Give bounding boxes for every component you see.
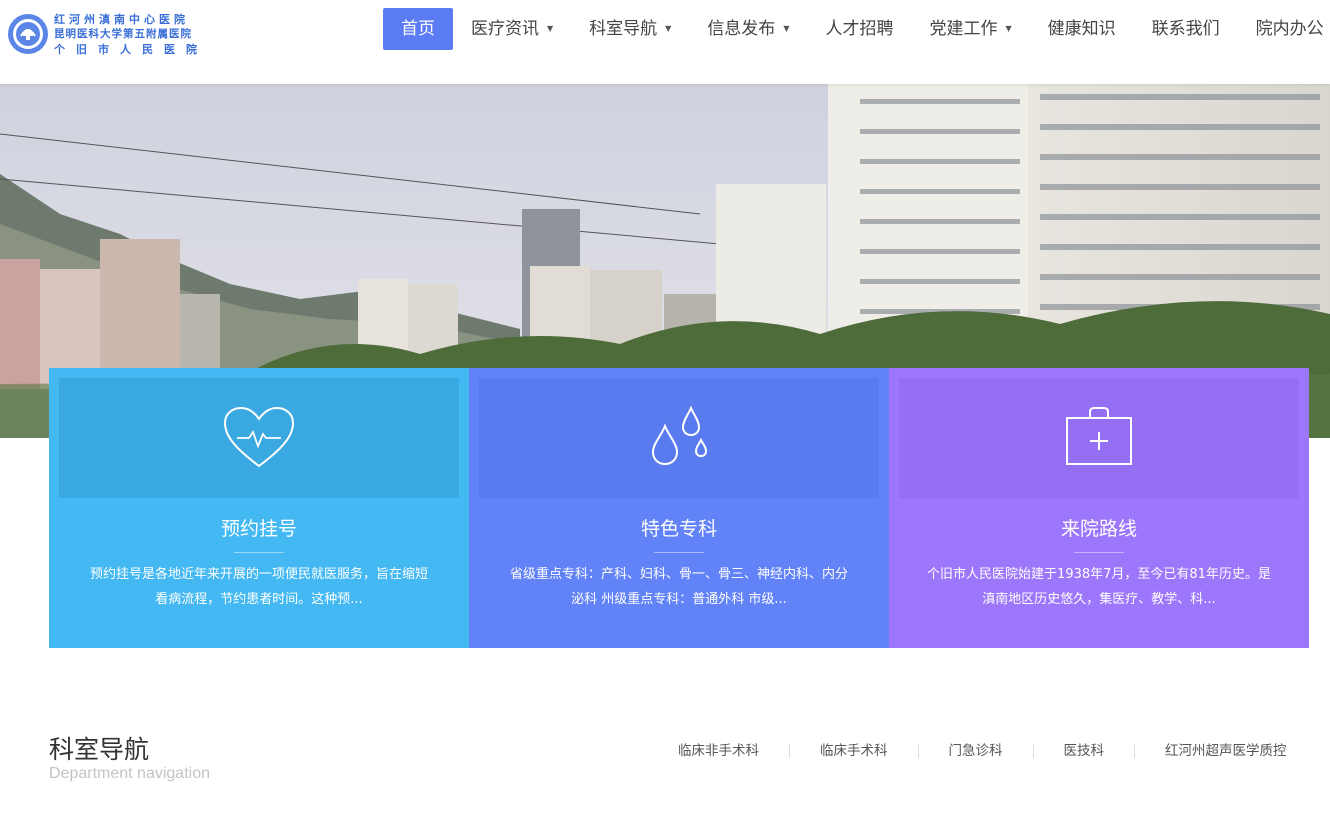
tab-surgical[interactable]: 临床手术科 <box>790 740 918 762</box>
dropdown-caret-icon: ▼ <box>547 24 554 33</box>
heartbeat-icon <box>223 406 295 468</box>
card-title: 预约挂号 <box>220 518 297 540</box>
nav-party-work[interactable]: 党建工作 ▼ <box>911 8 1029 50</box>
nav-recruitment[interactable]: 人才招聘 <box>807 8 911 50</box>
tab-non-surgical[interactable]: 临床非手术科 <box>648 740 789 762</box>
hospital-emblem-icon <box>8 14 48 54</box>
card-icon-panel <box>899 378 1299 498</box>
card-specialties[interactable]: 特色专科 省级重点专科：产科、妇科、骨一、骨三、神经内科、内分泌科 州级重点专科… <box>469 368 889 648</box>
water-drops-icon <box>651 406 708 466</box>
divider <box>654 552 704 553</box>
card-icon-panel <box>59 378 459 498</box>
card-description: 个旧市人民医院始建于1938年7月，至今已有81年历史。是滇南地区历史悠久，集医… <box>927 567 1271 607</box>
nav-announcements[interactable]: 信息发布 ▼ <box>689 8 807 50</box>
divider <box>234 552 284 553</box>
dropdown-caret-icon: ▼ <box>783 24 790 33</box>
dropdown-caret-icon: ▼ <box>665 24 672 33</box>
card-description: 预约挂号是各地近年来开展的一项便民就医服务，旨在缩短看病流程，节约患者时间。这种… <box>89 567 428 607</box>
dropdown-caret-icon: ▼ <box>1005 24 1012 33</box>
nav-medical-info[interactable]: 医疗资讯 ▼ <box>453 8 571 50</box>
nav-contact[interactable]: 联系我们 <box>1134 8 1238 50</box>
feature-cards: 预约挂号 预约挂号是各地近年来开展的一项便民就医服务，旨在缩短看病流程，节约患者… <box>49 368 1309 648</box>
card-description: 省级重点专科：产科、妇科、骨一、骨三、神经内科、内分泌科 州级重点专科：普通外科… <box>509 567 848 607</box>
tab-medical-technology[interactable]: 医技科 <box>1034 740 1135 762</box>
nav-home[interactable]: 首页 <box>383 8 453 50</box>
main-nav: 首页 医疗资讯 ▼ 科室导航 ▼ 信息发布 ▼ 人才招聘 党建工作 ▼ 健康知识 联系我… <box>383 8 1330 50</box>
department-tabs: 临床非手术科 临床手术科 门急诊科 医技科 红河州超声医学质控 <box>648 740 1317 762</box>
site-header: 红河州滇南中心医院 昆明医科大学第五附属医院 个旧市人民医院 首页 医疗资讯 ▼ … <box>0 0 1330 84</box>
section-title: 科室导航 <box>49 735 150 764</box>
tab-emergency[interactable]: 门急诊科 <box>919 740 1033 762</box>
nav-departments[interactable]: 科室导航 ▼ <box>571 8 689 50</box>
hospital-logo[interactable]: 红河州滇南中心医院 昆明医科大学第五附属医院 个旧市人民医院 <box>6 12 228 58</box>
medical-kit-icon <box>1066 407 1132 465</box>
nav-health-knowledge[interactable]: 健康知识 <box>1030 8 1134 50</box>
card-title: 特色专科 <box>640 518 717 540</box>
card-icon-panel <box>479 378 879 498</box>
logo-line-1: 红河州滇南中心医院 <box>54 13 189 26</box>
logo-line-3: 个旧市人民医院 <box>54 43 208 56</box>
card-appointment[interactable]: 预约挂号 预约挂号是各地近年来开展的一项便民就医服务，旨在缩短看病流程，节约患者… <box>49 368 469 648</box>
nav-intranet[interactable]: 院内办公 <box>1238 8 1330 50</box>
tab-ultrasound-qc[interactable]: 红河州超声医学质控 <box>1135 740 1317 762</box>
section-subtitle: Department navigation <box>49 765 210 782</box>
divider <box>1074 552 1124 553</box>
card-title: 来院路线 <box>1060 518 1137 540</box>
card-directions[interactable]: 来院路线 个旧市人民医院始建于1938年7月，至今已有81年历史。是滇南地区历史… <box>889 368 1309 648</box>
logo-line-2: 昆明医科大学第五附属医院 <box>54 28 192 40</box>
